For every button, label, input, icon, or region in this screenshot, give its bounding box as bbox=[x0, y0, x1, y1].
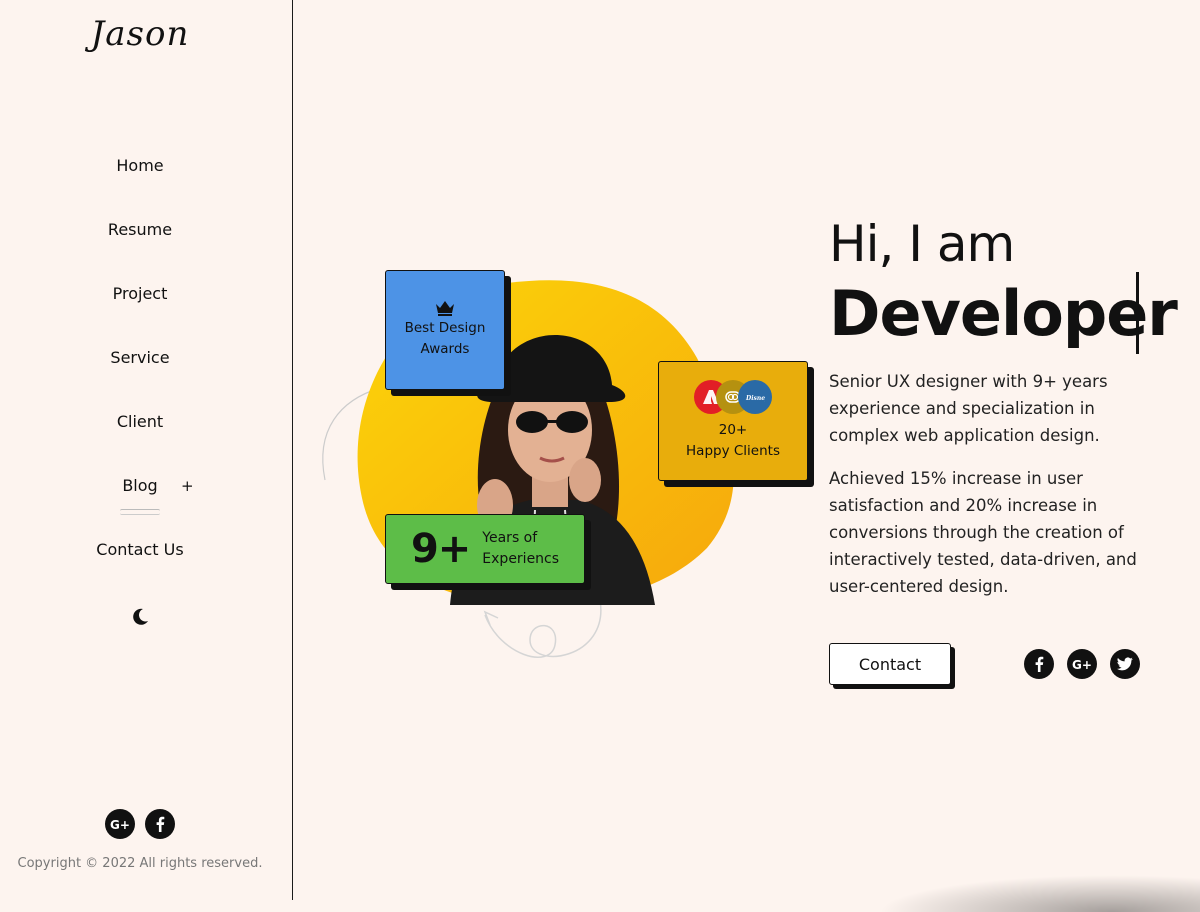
active-underline bbox=[120, 509, 160, 515]
nav-item-home[interactable]: Home bbox=[0, 156, 280, 175]
clients-card: Disney 20+ Happy Clients bbox=[658, 361, 808, 481]
google-plus-icon[interactable]: G+ bbox=[1067, 649, 1097, 679]
hero-role: Developer bbox=[829, 277, 1178, 350]
award-line2: Awards bbox=[420, 341, 470, 357]
disney-logo: Disney bbox=[738, 380, 772, 414]
facebook-icon[interactable] bbox=[1024, 649, 1054, 679]
clients-text: 20+ Happy Clients bbox=[686, 420, 780, 462]
years-card: 9+ Years of Experiencs bbox=[385, 514, 585, 584]
blog-expand-icon[interactable]: + bbox=[181, 477, 194, 495]
nav-item-client[interactable]: Client bbox=[0, 412, 280, 431]
svg-text:G+: G+ bbox=[1072, 658, 1092, 671]
svg-text:G+: G+ bbox=[110, 818, 130, 831]
client-logos: Disney bbox=[694, 380, 772, 414]
clients-label: Happy Clients bbox=[686, 443, 780, 459]
google-plus-icon[interactable]: G+ bbox=[105, 809, 135, 839]
logo[interactable]: Jason bbox=[0, 14, 280, 54]
nav-item-project[interactable]: Project bbox=[0, 284, 280, 303]
award-card: Best Design Awards bbox=[385, 270, 505, 390]
contact-button[interactable]: Contact bbox=[829, 643, 951, 685]
svg-text:Disney: Disney bbox=[745, 395, 765, 402]
nav-item-service[interactable]: Service bbox=[0, 348, 280, 367]
moon-icon[interactable] bbox=[129, 606, 151, 628]
nav-item-blog[interactable]: Blog bbox=[0, 476, 280, 495]
copyright: Copyright © 2022 All rights reserved. bbox=[17, 856, 263, 871]
award-text: Best Design Awards bbox=[405, 318, 486, 360]
award-line1: Best Design bbox=[404, 320, 486, 336]
years-value: 9+ bbox=[410, 526, 471, 572]
facebook-icon[interactable] bbox=[145, 809, 175, 839]
years-line2: Experiencs bbox=[482, 551, 560, 567]
hero-paragraph-1: Senior UX designer with 9+ years experie… bbox=[829, 372, 1108, 445]
nav-item-contact-us[interactable]: Contact Us bbox=[0, 540, 280, 559]
years-line1: Years of bbox=[482, 530, 538, 546]
years-text: Years of Experiencs bbox=[482, 528, 559, 570]
decorative-shadow bbox=[860, 872, 1200, 912]
twitter-icon[interactable] bbox=[1110, 649, 1140, 679]
hero-greeting: Hi, I am bbox=[829, 215, 1015, 273]
typing-cursor bbox=[1136, 272, 1139, 354]
sidebar: Jason Home Resume Project Service Client… bbox=[0, 0, 293, 900]
hero-paragraph-2: Achieved 15% increase in user satisfacti… bbox=[829, 469, 1137, 596]
clients-count: 20+ bbox=[718, 422, 748, 438]
nav-item-resume[interactable]: Resume bbox=[0, 220, 280, 239]
crown-icon bbox=[436, 301, 454, 316]
